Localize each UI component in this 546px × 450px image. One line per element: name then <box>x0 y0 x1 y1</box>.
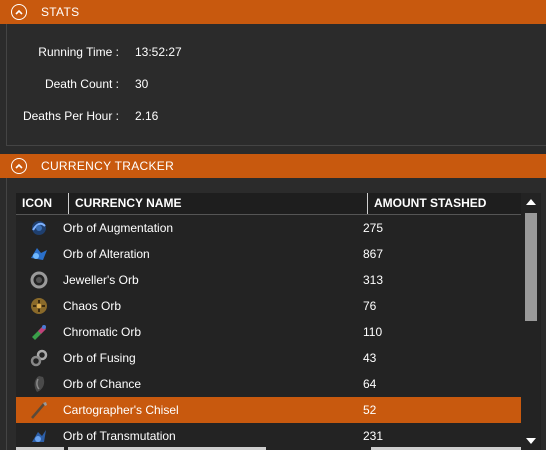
column-header-icon[interactable]: ICON <box>16 193 68 214</box>
currency-name: Orb of Fusing <box>63 351 136 365</box>
stat-label: Death Count : <box>44 77 119 91</box>
stat-value: 30 <box>135 77 149 91</box>
orb-of-transmutation-icon <box>28 423 50 449</box>
currency-name: Chaos Orb <box>63 299 122 313</box>
collapse-icon[interactable] <box>11 158 27 174</box>
stats-header[interactable]: STATS <box>0 0 546 24</box>
currency-name: Orb of Augmentation <box>63 221 174 235</box>
amount-stashed: 43 <box>363 351 377 365</box>
stat-deaths-per-hour: Deaths Per Hour : 2.16 <box>7 109 546 127</box>
table-row[interactable]: Orb of Transmutation 231 <box>16 423 521 449</box>
scroll-up-arrow-icon[interactable] <box>525 197 537 207</box>
table-row[interactable]: Chromatic Orb 110 <box>16 319 521 345</box>
amount-stashed: 867 <box>363 247 384 261</box>
collapse-icon[interactable] <box>11 4 27 20</box>
currency-name: Orb of Chance <box>63 377 142 391</box>
table-row[interactable]: Jeweller's Orb 313 <box>16 267 521 293</box>
orb-of-augmentation-icon <box>28 215 50 241</box>
currency-tracker-header[interactable]: CURRENCY TRACKER <box>0 154 546 178</box>
table-header: ICON CURRENCY NAME AMOUNT STASHED <box>16 193 521 215</box>
scrollbar-thumb[interactable] <box>525 213 537 321</box>
stats-panel: Running Time : 13:52:27 Death Count : 30… <box>6 24 546 146</box>
currency-tracker-title: CURRENCY TRACKER <box>41 159 175 173</box>
stat-death-count: Death Count : 30 <box>7 77 546 95</box>
stat-value: 2.16 <box>135 109 159 123</box>
currency-name: Jeweller's Orb <box>63 273 139 287</box>
currency-tracker-panel: ICON CURRENCY NAME AMOUNT STASHED Orb of… <box>6 178 546 450</box>
cartographers-chisel-icon <box>28 397 50 423</box>
table-row-selected[interactable]: Cartographer's Chisel 52 <box>16 397 521 423</box>
table-row[interactable]: Orb of Augmentation 275 <box>16 215 521 241</box>
stat-running-time: Running Time : 13:52:27 <box>7 45 546 63</box>
amount-stashed: 76 <box>363 299 377 313</box>
jewellers-orb-icon <box>28 267 50 293</box>
stat-label: Deaths Per Hour : <box>22 109 119 123</box>
currency-table[interactable]: ICON CURRENCY NAME AMOUNT STASHED Orb of… <box>16 193 541 450</box>
amount-stashed: 52 <box>363 403 377 417</box>
table-row[interactable]: Orb of Alteration 867 <box>16 241 521 267</box>
table-row[interactable]: Orb of Chance 64 <box>16 371 521 397</box>
amount-stashed: 313 <box>363 273 384 287</box>
scroll-down-arrow-icon[interactable] <box>525 436 537 446</box>
amount-stashed: 64 <box>363 377 377 391</box>
orb-of-fusing-icon <box>28 345 50 371</box>
column-header-currency-name[interactable]: CURRENCY NAME <box>68 193 367 214</box>
chaos-orb-icon <box>28 293 50 319</box>
currency-name: Orb of Alteration <box>63 247 150 261</box>
table-row[interactable]: Chaos Orb 76 <box>16 293 521 319</box>
orb-of-alteration-icon <box>28 241 50 267</box>
stat-value: 13:52:27 <box>135 45 182 59</box>
amount-stashed: 110 <box>363 325 383 339</box>
stats-title: STATS <box>41 5 80 19</box>
table-row[interactable]: Orb of Fusing 43 <box>16 345 521 371</box>
currency-name: Chromatic Orb <box>63 325 142 339</box>
currency-name: Orb of Transmutation <box>63 429 176 443</box>
amount-stashed: 231 <box>363 429 384 443</box>
currency-name: Cartographer's Chisel <box>63 403 179 417</box>
amount-stashed: 275 <box>363 221 384 235</box>
vertical-scrollbar[interactable] <box>521 193 541 450</box>
column-header-amount-stashed[interactable]: AMOUNT STASHED <box>367 193 521 214</box>
chromatic-orb-icon <box>28 319 50 345</box>
stat-label: Running Time : <box>38 45 119 59</box>
orb-of-chance-icon <box>28 371 50 397</box>
